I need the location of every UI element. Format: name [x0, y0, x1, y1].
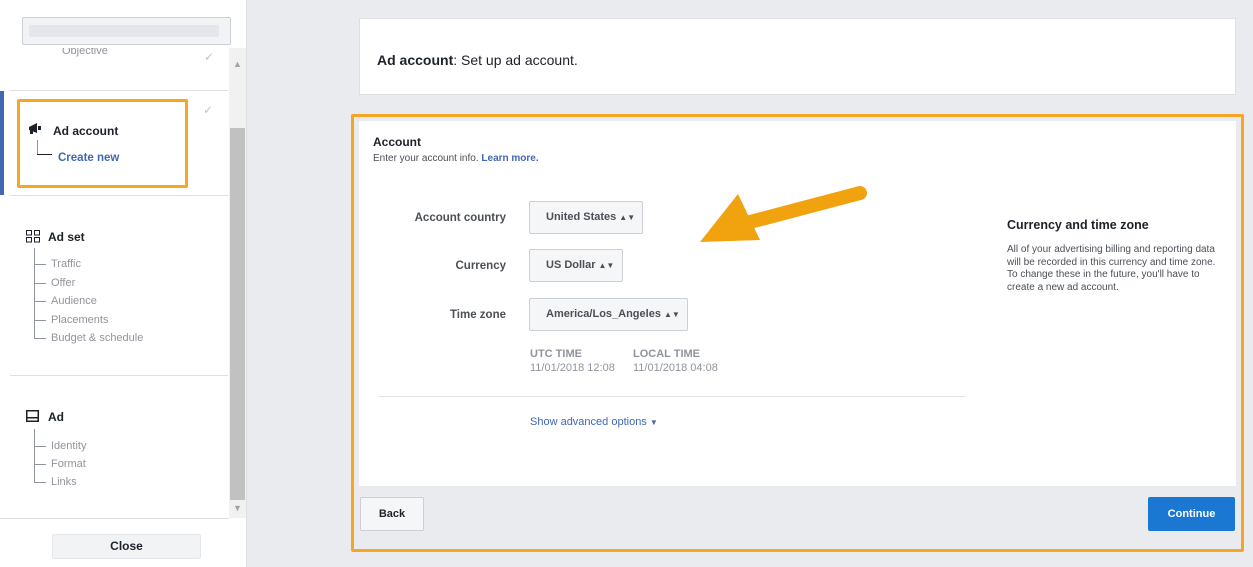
sidebar-search-field[interactable] — [22, 17, 231, 45]
substep-traffic[interactable]: Traffic — [34, 258, 81, 270]
page-title: Ad account: Set up ad account. — [377, 52, 578, 68]
step-objective-label[interactable]: Objective — [62, 48, 108, 57]
blurred-text — [29, 25, 219, 37]
page-title-bold: Ad account — [377, 52, 454, 68]
scroll-down-arrow-icon[interactable]: ▼ — [229, 500, 246, 517]
active-step-indicator — [0, 91, 4, 195]
substep-audience[interactable]: Audience — [34, 295, 97, 307]
grid-icon — [26, 230, 40, 246]
sidebar-scrollbar[interactable]: ▲ ▼ — [229, 48, 246, 518]
divider — [10, 90, 228, 91]
step-objective-check-icon: ✓ — [204, 50, 215, 64]
substep-offer[interactable]: Offer — [34, 277, 75, 289]
substep-budget-schedule[interactable]: Budget & schedule — [34, 332, 143, 344]
divider — [0, 518, 229, 519]
sidebar: Objective ✓ Ad account ✓ Ad set Traffic … — [0, 0, 247, 567]
substep-format[interactable]: Format — [34, 458, 86, 470]
divider — [10, 375, 228, 376]
annotation-arrow-icon — [700, 186, 867, 242]
substep-identity[interactable]: Identity — [34, 440, 86, 452]
scrollbar-thumb[interactable] — [230, 128, 245, 500]
step-header: Ad account: Set up ad account. — [359, 18, 1236, 95]
scroll-up-arrow-icon[interactable]: ▲ — [229, 56, 246, 73]
step-ad-set[interactable]: Ad set — [48, 230, 85, 244]
close-button[interactable]: Close — [52, 534, 201, 559]
highlight-box — [17, 99, 188, 188]
substep-links[interactable]: Links — [34, 476, 77, 488]
tree-connector — [34, 429, 35, 483]
ad-preview-icon — [26, 410, 39, 425]
substep-placements[interactable]: Placements — [34, 314, 108, 326]
divider — [10, 195, 228, 196]
step-ad[interactable]: Ad — [48, 410, 64, 424]
page-title-rest: : Set up ad account. — [453, 52, 578, 68]
step-complete-check-icon: ✓ — [203, 103, 214, 117]
